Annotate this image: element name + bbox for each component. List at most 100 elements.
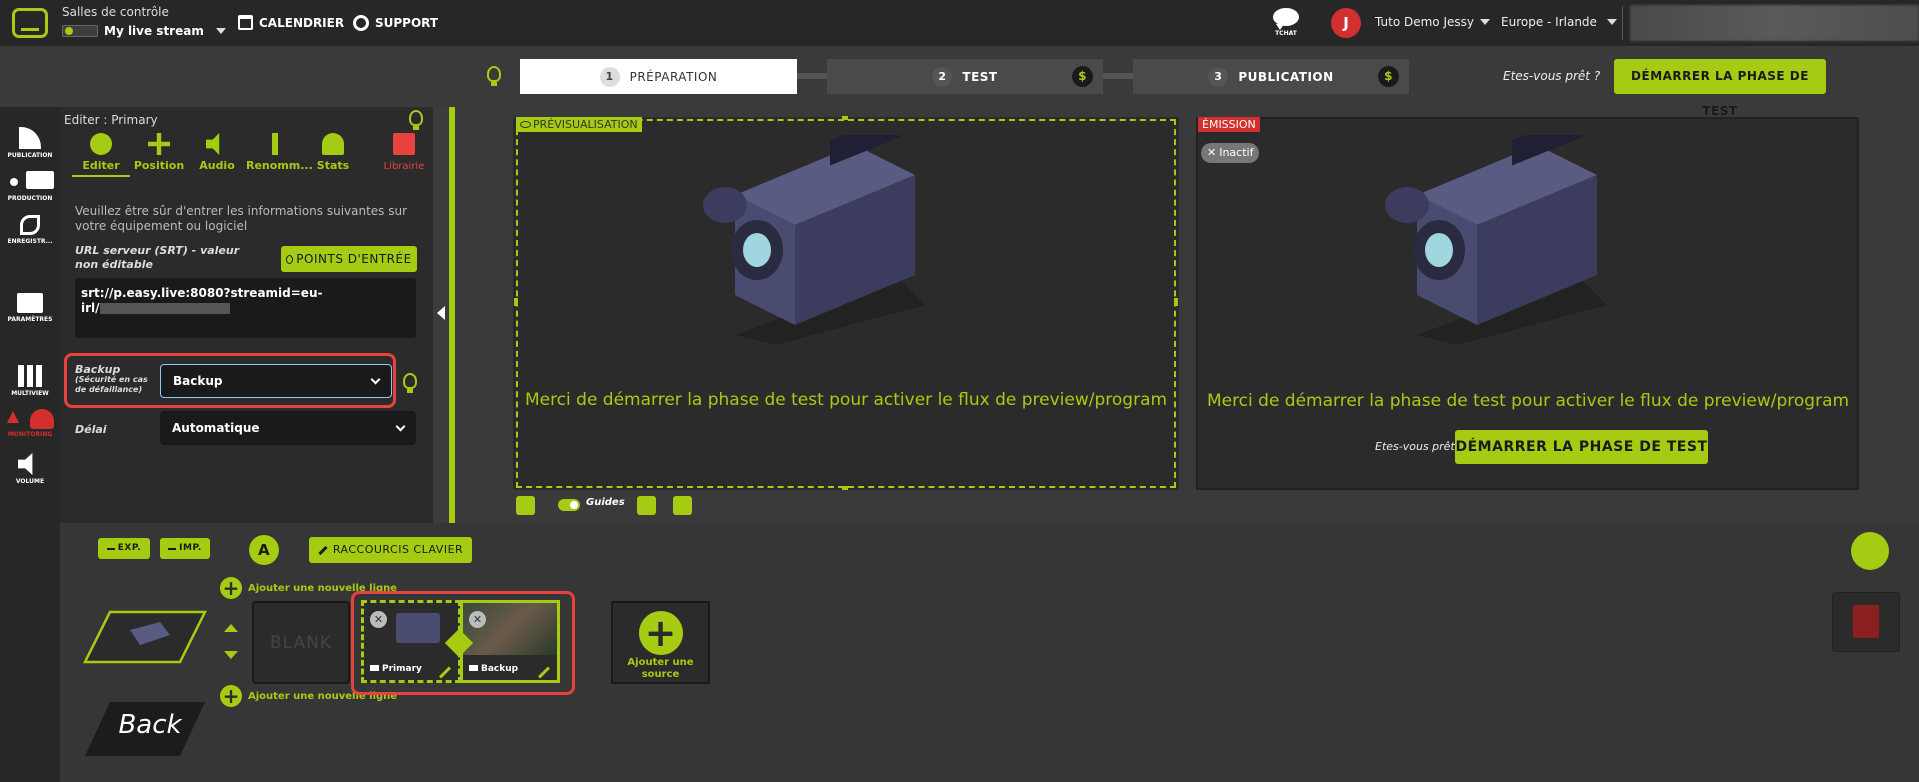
lightbulb-icon	[286, 255, 294, 264]
mobile-view-button[interactable]	[637, 496, 656, 515]
warning-icon	[7, 411, 19, 423]
nav-label: PRODUCTION	[7, 195, 53, 202]
import-button[interactable]: IMP.	[160, 538, 210, 559]
audio-toggle-button[interactable]	[516, 496, 535, 515]
step-connector	[1102, 73, 1134, 79]
camera-illustration	[703, 135, 925, 345]
tab-rename[interactable]: Renomm...	[246, 133, 313, 177]
avatar[interactable]: J	[1331, 8, 1361, 38]
camera-illustration	[1385, 135, 1607, 345]
tab-label: Position	[133, 159, 185, 172]
dollar-icon: $	[1378, 66, 1399, 87]
user-name: Tuto Demo Jessy	[1375, 15, 1474, 29]
grid-icon	[18, 365, 42, 387]
scene-thumbnail[interactable]	[80, 600, 210, 670]
nav-calendar[interactable]: CALENDRIER	[238, 15, 344, 30]
status-badge: ✕ Inactif	[1201, 143, 1260, 163]
pencil-icon[interactable]	[537, 666, 551, 679]
tab-audio[interactable]: Audio	[188, 133, 246, 177]
move-icon	[148, 133, 170, 155]
tchat-button[interactable]: TCHAT	[1270, 8, 1302, 37]
copy-icon[interactable]	[1851, 532, 1889, 570]
tab-stats[interactable]: Stats	[304, 133, 362, 177]
nav-support[interactable]: SUPPORT	[353, 15, 438, 31]
nav-calendar-label: CALENDRIER	[259, 15, 345, 30]
resize-handle[interactable]	[514, 298, 518, 306]
nav-publication[interactable]: PUBLICATION	[0, 127, 60, 159]
blank-source[interactable]: BLANK	[252, 601, 350, 684]
tab-position[interactable]: Position	[130, 133, 188, 177]
step-preparation[interactable]: 1 PRÉPARATION	[520, 59, 797, 94]
editor-tabs: Editer Position Audio Renomm... Stats	[72, 133, 362, 177]
emission-tag: ÉMISSION	[1198, 117, 1260, 132]
control-room-title: Salles de contrôle	[62, 5, 169, 19]
pencil-icon[interactable]	[438, 666, 452, 679]
nav-monitoring[interactable]: MONITORING	[0, 409, 60, 438]
delai-select[interactable]: Automatique	[160, 411, 416, 445]
app-logo[interactable]	[12, 8, 48, 38]
stream-selector[interactable]: My live stream	[104, 24, 226, 38]
delai-value: Automatique	[172, 421, 260, 435]
emission-start-test-button[interactable]: DÉMARRER LA PHASE DE TEST	[1455, 430, 1708, 464]
guides-toggle[interactable]	[558, 499, 580, 511]
nav-multiview[interactable]: MULTIVIEW	[0, 365, 60, 397]
nav-support-label: SUPPORT	[375, 16, 439, 30]
calendar-icon	[238, 15, 253, 30]
nav-parametres[interactable]: PARAMÈTRES	[0, 293, 60, 323]
step-label: PRÉPARATION	[629, 69, 718, 84]
add-source-button[interactable]: + Ajouter une source	[611, 601, 710, 684]
start-test-button[interactable]: DÉMARRER LA PHASE DE TEST	[1614, 59, 1826, 118]
region-selector[interactable]: Europe - Irlande	[1501, 15, 1617, 29]
move-down-icon[interactable]	[224, 651, 238, 659]
entry-points-button[interactable]: POINTS D'ENTRÉE	[281, 246, 417, 272]
lightbulb-icon[interactable]	[409, 110, 423, 130]
stream-logo	[62, 25, 98, 37]
auto-mode-button[interactable]: A	[249, 535, 279, 565]
ready-prompt: Etes-vous prêt ?	[1503, 69, 1601, 83]
tab-label: Renomm...	[246, 159, 313, 172]
close-icon[interactable]: ✕	[469, 611, 486, 628]
nav-label: MONITORING	[7, 431, 53, 438]
source-label-text: Primary	[382, 664, 422, 674]
lightbulb-icon[interactable]	[403, 373, 417, 393]
import-label: IMP.	[179, 543, 202, 553]
library-button[interactable]: Librairie	[376, 133, 432, 172]
copy-view-button[interactable]	[673, 496, 692, 515]
server-url-field[interactable]: srt://p.easy.live:8080?streamid=eu- irl/	[75, 278, 416, 338]
url-line: irl/	[81, 301, 100, 315]
export-button[interactable]: EXP.	[98, 538, 150, 559]
user-menu[interactable]: Tuto Demo Jessy	[1375, 15, 1490, 29]
camera-icon	[370, 665, 379, 671]
source-label: Primary	[370, 664, 422, 674]
video-file-icon	[469, 665, 478, 671]
dollar-icon: $	[1072, 66, 1093, 87]
nav-enregistrement[interactable]: ENREGISTR...	[0, 215, 60, 245]
export-label: EXP.	[117, 543, 142, 553]
nav-production[interactable]: PRODUCTION	[0, 171, 60, 202]
lightbulb-icon[interactable]	[487, 66, 501, 86]
pencil-icon	[318, 545, 328, 555]
chevron-down-icon	[215, 28, 226, 34]
gear-icon	[90, 133, 112, 155]
source-backup[interactable]: ✕ Backup	[460, 600, 560, 683]
nav-volume[interactable]: VOLUME	[0, 453, 60, 485]
emission-ready-prompt: Etes-vous prêt	[1375, 440, 1455, 453]
move-up-icon[interactable]	[224, 624, 238, 632]
text-cursor-icon	[272, 133, 278, 155]
nav-label: PUBLICATION	[7, 152, 53, 159]
nav-label: PARAMÈTRES	[7, 316, 53, 323]
tab-editer[interactable]: Editer	[72, 133, 130, 177]
close-icon[interactable]: ✕	[370, 611, 387, 628]
step-publication[interactable]: 3 PUBLICATION $	[1133, 59, 1409, 94]
nav-label: MULTIVIEW	[11, 390, 49, 397]
tchat-label: TCHAT	[1275, 30, 1297, 37]
backup-select[interactable]: Backup	[160, 364, 392, 398]
backup-label: Backup (Sécurité en cas de défaillance)	[75, 364, 160, 395]
chevron-left-icon[interactable]	[437, 306, 445, 320]
resize-handle[interactable]	[842, 116, 848, 120]
preview-message: Merci de démarrer la phase de test pour …	[524, 390, 1168, 410]
resize-handle[interactable]	[1174, 298, 1178, 306]
shortcuts-button[interactable]: RACCOURCIS CLAVIER	[309, 537, 472, 563]
resize-handle[interactable]	[842, 486, 848, 490]
step-test[interactable]: 2 TEST $	[827, 59, 1103, 94]
